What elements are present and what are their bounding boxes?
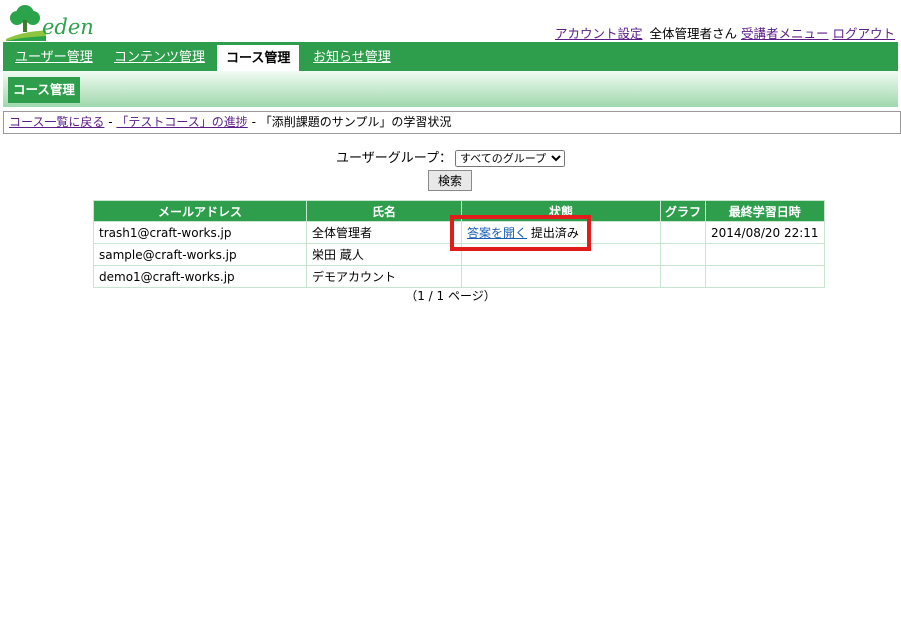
breadcrumb: コース一覧に戻る - 「テストコース」の進捗 - 「添削課題のサンプル」の学習状… [3, 111, 901, 134]
tab-user-management[interactable]: ユーザー管理 [15, 42, 93, 71]
table-header-row: メールアドレス 氏名 状態 グラフ 最終学習日時 [93, 200, 825, 222]
search-button[interactable]: 検索 [428, 170, 472, 191]
column-header-email: メールアドレス [93, 200, 307, 222]
table-row: sample@craft-works.jp 栄田 蔵人 [93, 243, 825, 266]
open-answer-link[interactable]: 答案を開く [467, 226, 527, 240]
breadcrumb-current: 「添削課題のサンプル」の学習状況 [259, 115, 452, 129]
tree-icon [6, 5, 96, 41]
table-row: demo1@craft-works.jp デモアカウント [93, 265, 825, 288]
graph-cell [660, 243, 706, 266]
user-group-select[interactable]: すべてのグループ [454, 150, 565, 167]
name-cell: 栄田 蔵人 [306, 243, 462, 266]
pagination: （1 / 1 ページ） [405, 289, 496, 303]
column-header-graph: グラフ [660, 200, 706, 222]
logo-text: eden [42, 15, 94, 39]
student-menu-link[interactable]: 受講者メニュー [741, 26, 829, 41]
tab-notice-management[interactable]: お知らせ管理 [313, 42, 391, 71]
email-cell: demo1@craft-works.jp [93, 265, 307, 288]
status-text: 提出済み [530, 226, 579, 240]
email-cell: trash1@craft-works.jp [93, 221, 307, 244]
email-cell: sample@craft-works.jp [93, 243, 307, 266]
status-cell: 答案を開く 提出済み [461, 221, 661, 244]
status-cell [461, 265, 661, 288]
last-study-cell [705, 265, 825, 288]
user-name: 全体管理者さん [649, 26, 737, 41]
graph-cell [660, 221, 706, 244]
last-study-cell [705, 243, 825, 266]
column-header-last-study: 最終学習日時 [705, 200, 825, 222]
graph-cell [660, 265, 706, 288]
table-row: trash1@craft-works.jp 全体管理者 答案を開く 提出済み 2… [93, 221, 825, 244]
group-filter: ユーザーグループ： すべてのグループ [0, 147, 901, 167]
column-header-name: 氏名 [306, 200, 462, 222]
breadcrumb-separator: - [247, 115, 260, 129]
main-nav: ユーザー管理 コンテンツ管理 コース管理 お知らせ管理 [3, 42, 898, 71]
logo: eden [6, 3, 96, 41]
header-links: アカウント設定 全体管理者さん 受講者メニュー ログアウト [555, 23, 895, 42]
user-group-label: ユーザーグループ： [336, 151, 452, 166]
logout-link[interactable]: ログアウト [832, 26, 895, 41]
name-cell: 全体管理者 [306, 221, 462, 244]
breadcrumb-separator: - [104, 115, 117, 129]
account-settings-link[interactable]: アカウント設定 [555, 26, 643, 41]
status-cell [461, 243, 661, 266]
last-study-cell: 2014/08/20 22:11 [705, 221, 825, 244]
sub-nav: コース管理 [3, 71, 898, 107]
tab-content-management[interactable]: コンテンツ管理 [114, 42, 205, 71]
name-cell: デモアカウント [306, 265, 462, 288]
column-header-status: 状態 [461, 200, 661, 222]
sub-nav-course-management[interactable]: コース管理 [8, 77, 80, 103]
tab-course-management[interactable]: コース管理 [217, 45, 300, 71]
learning-status-table: メールアドレス 氏名 状態 グラフ 最終学習日時 trash1@craft-wo… [93, 200, 825, 288]
course-progress-link[interactable]: 「テストコース」の進捗 [116, 115, 247, 129]
back-to-course-list-link[interactable]: コース一覧に戻る [9, 115, 104, 129]
